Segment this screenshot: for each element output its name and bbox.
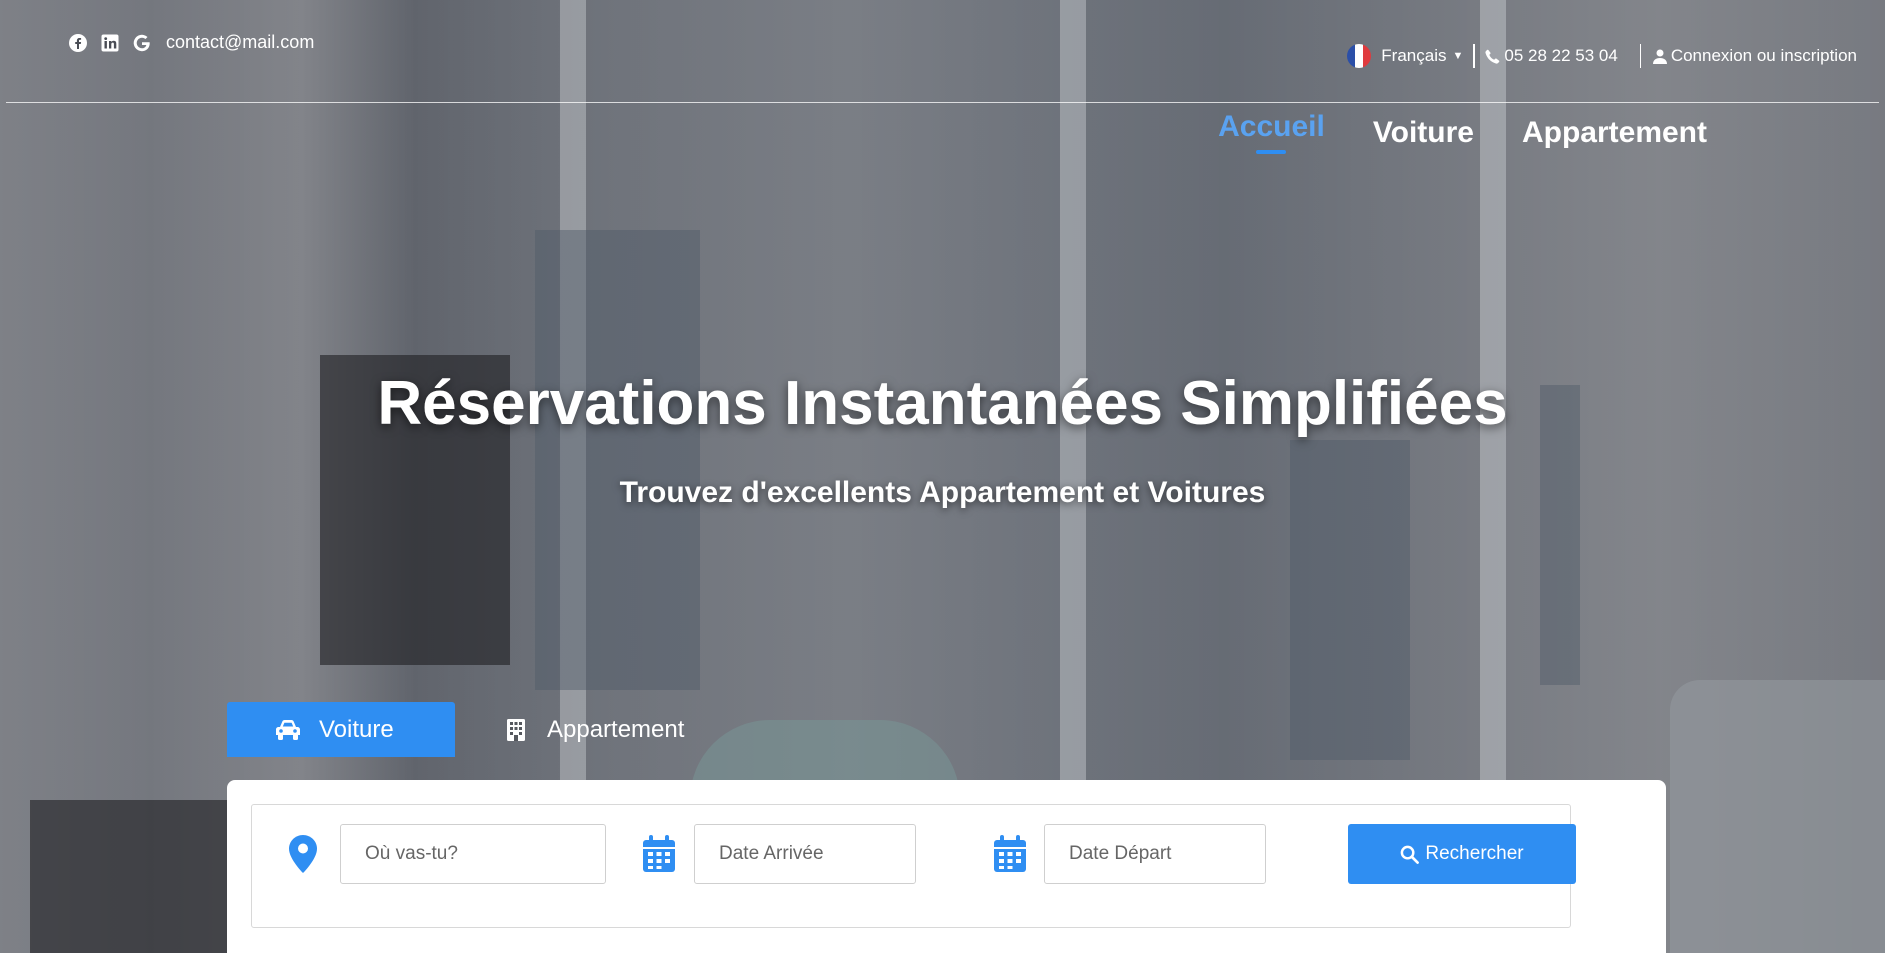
language-label: Français [1381, 46, 1447, 65]
calendar-icon [993, 835, 1027, 873]
tab-voiture-label: Voiture [319, 715, 394, 743]
language-selector[interactable]: Français ▼ [1347, 44, 1476, 68]
calendar-icon [642, 835, 676, 873]
linkedin-icon[interactable] [100, 33, 120, 53]
search-button[interactable]: Rechercher [1348, 824, 1576, 884]
building-icon [503, 717, 529, 743]
car-icon [275, 717, 301, 743]
tab-appartement-label: Appartement [547, 715, 685, 743]
top-bar: contact@mail.com Français ▼ 05 28 22 53 … [6, 6, 1879, 103]
nav-item-accueil[interactable]: Accueil [1218, 110, 1325, 144]
search-panel: Rechercher [227, 780, 1666, 953]
tab-appartement[interactable]: Appartement [455, 702, 732, 757]
main-navigation: Accueil Voiture Appartement [1218, 110, 1707, 150]
top-right-menu: Français ▼ 05 28 22 53 04 Connexion ou i… [1347, 44, 1857, 68]
phone-number: 05 28 22 53 04 [1504, 46, 1618, 65]
nav-item-appartement[interactable]: Appartement [1522, 116, 1707, 150]
hero-title: Réservations Instantanées Simplifiées [377, 369, 1508, 438]
arrival-date-input[interactable] [694, 824, 916, 884]
phone-icon [1485, 49, 1500, 64]
search-form: Rechercher [251, 804, 1576, 928]
search-icon [1401, 845, 1420, 864]
login-link[interactable]: Connexion ou inscription [1641, 46, 1857, 66]
google-icon[interactable] [132, 33, 152, 53]
caret-down-icon: ▼ [1452, 50, 1464, 62]
phone-link[interactable]: 05 28 22 53 04 [1475, 44, 1641, 68]
facebook-icon[interactable] [68, 33, 88, 53]
departure-date-input[interactable] [1044, 824, 1266, 884]
social-links: contact@mail.com [68, 32, 314, 53]
login-label: Connexion ou inscription [1670, 46, 1857, 65]
contact-email[interactable]: contact@mail.com [166, 32, 314, 53]
tab-voiture[interactable]: Voiture [227, 702, 455, 757]
france-flag-icon [1347, 44, 1372, 68]
skyline-building [535, 230, 700, 690]
nav-item-voiture[interactable]: Voiture [1373, 116, 1474, 150]
sofa [1670, 680, 1885, 953]
search-tabs: Voiture Appartement [227, 702, 732, 757]
search-button-label: Rechercher [1425, 843, 1524, 864]
destination-input[interactable] [340, 824, 606, 884]
hero-subtitle: Trouvez d'excellents Appartement et Voit… [619, 476, 1266, 509]
location-pin-icon [286, 835, 320, 873]
user-icon [1652, 49, 1667, 64]
